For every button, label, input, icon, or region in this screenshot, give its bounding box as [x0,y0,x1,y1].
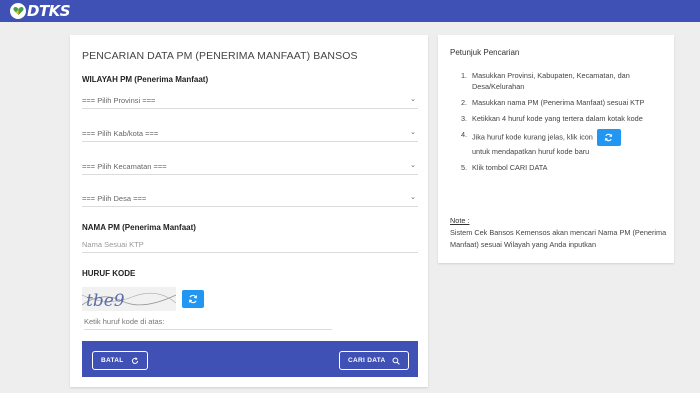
petunjuk-step: 2. Masukkan nama PM (Penerima Manfaat) s… [461,98,645,107]
refresh-captcha-button[interactable] [182,290,204,308]
desa-select-value: === Pilih Desa === [82,194,147,203]
kabkota-select[interactable]: === Pilih Kab/kota === ⌄ [82,128,418,142]
dtks-logo[interactable]: DTKS [10,2,71,20]
kode-label: HURUF KODE [82,269,136,278]
nama-input[interactable]: Nama Sesuai KTP [82,237,418,253]
wilayah-label: WILAYAH PM (Penerima Manfaat) [82,75,209,84]
refresh-icon [131,356,138,364]
provinsi-select[interactable]: === Pilih Provinsi === ⌄ [82,95,418,109]
note-heading: Note : [450,216,470,225]
petunjuk-title: Petunjuk Pencarian [450,48,520,57]
petunjuk-step: 1. Masukkan Provinsi, Kabupaten, Kecamat… [461,71,630,91]
petunjuk-steps: 1. Masukkan Provinsi, Kabupaten, Kecamat… [450,70,666,178]
heart-icon [10,3,26,19]
chevron-down-icon: ⌄ [410,129,416,136]
top-bar: DTKS [0,0,700,22]
nama-label: NAMA PM (Penerima Manfaat) [82,223,196,232]
form-title: PENCARIAN DATA PM (PENERIMA MANFAAT) BAN… [82,50,358,62]
search-form-card: PENCARIAN DATA PM (PENERIMA MANFAAT) BAN… [70,35,428,387]
captcha-image: tbe9 [82,287,176,311]
cari-data-button-label: CARI DATA [348,357,386,364]
refresh-captcha-hint-button[interactable] [596,129,621,146]
kabkota-select-value: === Pilih Kab/kota === [82,129,159,138]
petunjuk-step: 3. Ketikkan 4 huruf kode yang tertera da… [461,114,643,123]
desa-select[interactable]: === Pilih Desa === ⌄ [82,193,418,207]
chevron-down-icon: ⌄ [410,194,416,201]
kecamatan-select-value: === Pilih Kecamatan === [82,162,167,171]
note-text: Sistem Cek Bansos Kemensos akan mencari … [450,228,667,249]
petunjuk-step: 4. Jika huruf kode kurang jelas, klik ic… [450,129,666,157]
chevron-down-icon: ⌄ [410,96,416,103]
kecamatan-select[interactable]: === Pilih Kecamatan === ⌄ [82,161,418,175]
captcha-char: tbe9 [86,291,125,311]
petunjuk-card: Petunjuk Pencarian 1. Masukkan Provinsi,… [438,35,674,263]
kode-input-placeholder: Ketik huruf kode di atas: [84,317,165,326]
cari-data-button[interactable]: CARI DATA [339,351,410,370]
refresh-icon [605,133,613,142]
action-bar: BATAL CARI DATA [82,341,418,377]
refresh-icon [188,294,198,304]
logo-text: DTKS [27,2,71,20]
batal-button[interactable]: BATAL [92,351,148,370]
chevron-down-icon: ⌄ [410,162,416,169]
provinsi-select-value: === Pilih Provinsi === [82,96,156,105]
kode-input[interactable]: Ketik huruf kode di atas: [84,314,332,330]
batal-button-label: BATAL [101,357,124,364]
search-icon [392,356,401,365]
nama-input-placeholder: Nama Sesuai KTP [82,240,144,249]
petunjuk-step: 5. Klik tombol CARI DATA [461,163,548,172]
